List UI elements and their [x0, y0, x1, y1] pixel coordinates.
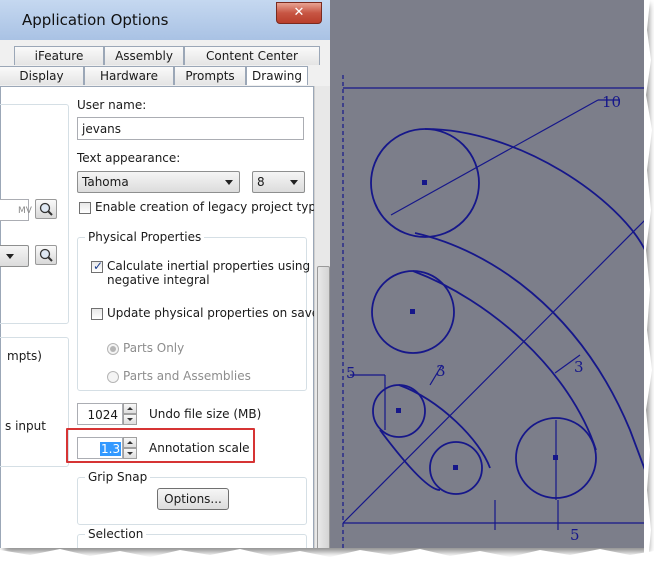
calc-inertial-label-line1: Calculate inertial properties using — [107, 259, 311, 273]
magnifier-icon — [39, 248, 53, 262]
left-browse-button-2[interactable] — [35, 245, 57, 265]
options-panel: MV mpts) s input User name: jevans Text … — [0, 86, 330, 548]
scrollbar-thumb[interactable] — [317, 266, 330, 548]
selection-legend: Selection — [85, 527, 147, 541]
update-on-save-label: Update physical properties on save — [107, 306, 320, 320]
center-point — [553, 455, 558, 460]
center-point — [453, 465, 458, 470]
dimension-label-3: 3 — [574, 358, 584, 376]
calc-inertial-checkbox[interactable]: ✓ — [91, 259, 104, 273]
annotation-scale-highlight-box — [66, 428, 255, 463]
undo-file-size-input[interactable]: 1024 — [77, 403, 123, 425]
outer-arc — [424, 128, 645, 251]
parts-and-assemblies-radio[interactable] — [107, 371, 119, 383]
user-name-input[interactable]: jevans — [77, 117, 304, 140]
center-point — [396, 408, 401, 413]
inner-slot-arc-1 — [398, 384, 491, 469]
left-cutoff-select[interactable] — [0, 245, 29, 267]
user-name-label: User name: — [77, 98, 147, 112]
magnifier-icon — [39, 202, 53, 216]
prompts-fragment-label: mpts) — [7, 349, 42, 363]
dimension-label-5: 5 — [346, 364, 356, 382]
chevron-down-icon — [290, 180, 298, 185]
calc-inertial-label-line2: negative integral — [107, 273, 210, 287]
torn-edge-right — [644, 0, 652, 562]
decrement-icon[interactable] — [123, 414, 137, 425]
grip-snap-legend: Grip Snap — [85, 470, 151, 484]
tab-ifeature[interactable]: iFeature — [14, 46, 104, 65]
undo-file-size-stepper[interactable] — [123, 403, 137, 425]
tab-prompts[interactable]: Prompts — [174, 66, 246, 85]
grip-snap-options-button[interactable]: Options... — [157, 488, 229, 510]
physical-properties-legend: Physical Properties — [85, 230, 205, 244]
checkmark-icon: ✓ — [93, 259, 104, 273]
legacy-projects-label: Enable creation of legacy project types — [95, 200, 330, 214]
application-options-dialog: iFeature Assembly Content Center Display… — [0, 40, 331, 548]
tab-content-center[interactable]: Content Center — [184, 46, 320, 65]
parts-and-assemblies-label: Parts and Assemblies — [123, 369, 251, 383]
dimension-label-3b: 3 — [436, 362, 446, 380]
title-bar: Application Options ✕ — [0, 0, 330, 41]
font-select[interactable]: Tahoma — [77, 171, 240, 193]
parts-only-radio[interactable] — [107, 343, 119, 355]
torn-edge-bottom — [0, 549, 654, 562]
dimension-leader-10 — [390, 99, 599, 216]
font-size-select[interactable]: 8 — [252, 171, 305, 193]
dialog-title: Application Options — [22, 11, 169, 29]
tab-display[interactable]: Display — [0, 66, 84, 85]
chevron-down-icon — [225, 180, 233, 185]
center-point — [422, 180, 427, 185]
sketch-drawing: 10 5 3 3 5 — [342, 75, 645, 548]
slot-outer-arc — [414, 232, 645, 471]
undo-file-size-label: Undo file size (MB) — [149, 407, 262, 421]
update-on-save-checkbox[interactable] — [91, 308, 103, 320]
left-cutoff-field[interactable]: MV — [0, 199, 32, 221]
center-point — [410, 309, 415, 314]
parts-only-label: Parts Only — [123, 341, 185, 355]
close-icon: ✕ — [293, 5, 305, 20]
text-appearance-label: Text appearance: — [77, 151, 181, 165]
panel-scrollbar[interactable] — [314, 86, 331, 548]
screenshot-frame: Application Options ✕ iFeature Assembly … — [0, 0, 645, 548]
input-fragment-label: s input — [5, 419, 46, 433]
tab-assembly[interactable]: Assembly — [104, 46, 184, 65]
drawing-canvas[interactable]: 10 5 3 3 5 — [330, 0, 645, 548]
dimension-label-10: 10 — [602, 93, 621, 111]
tab-hardware[interactable]: Hardware — [84, 66, 174, 85]
left-browse-button-1[interactable] — [35, 199, 57, 219]
close-button[interactable]: ✕ — [276, 2, 322, 24]
legacy-projects-checkbox[interactable] — [79, 202, 91, 214]
tab-drawing[interactable]: Drawing — [246, 66, 308, 85]
dimension-label-5b: 5 — [570, 526, 580, 544]
increment-icon[interactable] — [123, 403, 137, 414]
